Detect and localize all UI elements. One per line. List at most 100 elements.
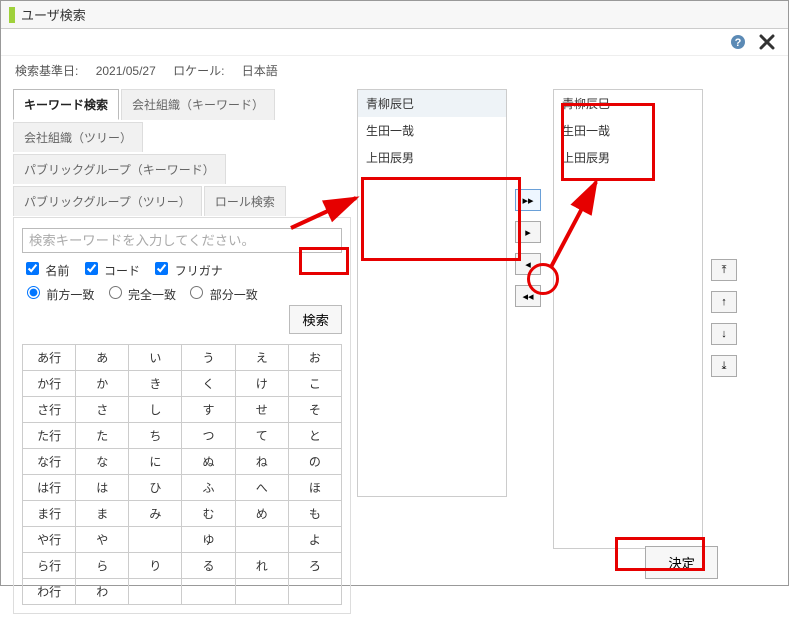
kana-cell[interactable]: い <box>129 345 182 371</box>
tab-public-keyword[interactable]: パブリックグループ（キーワード） <box>13 154 226 184</box>
kana-cell[interactable]: な <box>76 449 129 475</box>
kana-cell[interactable]: り <box>129 553 182 579</box>
kana-cell[interactable]: え <box>235 345 288 371</box>
kana-cell[interactable]: お <box>288 345 341 371</box>
help-icon[interactable]: ? <box>730 34 746 50</box>
window-title: ユーザ検索 <box>21 5 86 24</box>
tab-role[interactable]: ロール検索 <box>204 186 286 216</box>
kana-cell[interactable]: こ <box>288 371 341 397</box>
kana-cell[interactable]: ら <box>76 553 129 579</box>
kana-cell[interactable]: ふ <box>182 475 235 501</box>
tab-company-tree[interactable]: 会社組織（ツリー） <box>13 122 143 152</box>
kana-cell[interactable]: に <box>129 449 182 475</box>
kana-cell[interactable]: わ <box>76 579 129 605</box>
kana-cell[interactable]: か <box>76 371 129 397</box>
tab-keyword[interactable]: キーワード検索 <box>13 89 119 120</box>
kana-cell[interactable]: さ行 <box>23 397 76 423</box>
kana-cell[interactable]: わ行 <box>23 579 76 605</box>
kana-cell[interactable]: み <box>129 501 182 527</box>
kana-cell[interactable]: は行 <box>23 475 76 501</box>
result-item[interactable]: 生田一哉 <box>358 117 506 144</box>
close-icon[interactable] <box>758 33 776 51</box>
kana-cell <box>129 579 182 605</box>
kana-cell[interactable]: よ <box>288 527 341 553</box>
kana-cell[interactable]: あ <box>76 345 129 371</box>
kana-cell[interactable]: あ行 <box>23 345 76 371</box>
radio-partial[interactable]: 部分一致 <box>185 288 257 302</box>
kana-cell <box>288 579 341 605</box>
kana-cell <box>182 579 235 605</box>
selected-item[interactable]: 上田辰男 <box>554 144 702 171</box>
kana-cell[interactable]: ろ <box>288 553 341 579</box>
kana-cell[interactable]: く <box>182 371 235 397</box>
kana-cell[interactable]: め <box>235 501 288 527</box>
kana-cell[interactable]: ぬ <box>182 449 235 475</box>
decide-button[interactable]: 決定 <box>645 546 718 579</box>
search-button[interactable]: 検索 <box>289 305 342 334</box>
kana-cell[interactable]: せ <box>235 397 288 423</box>
move-right-button[interactable]: ▸ <box>515 221 541 243</box>
kana-cell[interactable]: ま行 <box>23 501 76 527</box>
selected-item[interactable]: 青柳辰巳 <box>554 90 702 117</box>
check-kana[interactable]: フリガナ <box>151 264 222 278</box>
check-code[interactable]: コード <box>81 264 140 278</box>
move-left-button[interactable]: ◂ <box>515 253 541 275</box>
kana-cell[interactable]: ら行 <box>23 553 76 579</box>
kana-cell <box>129 527 182 553</box>
locale-value: 日本語 <box>242 64 278 78</box>
kana-cell[interactable]: な行 <box>23 449 76 475</box>
kana-cell[interactable]: し <box>129 397 182 423</box>
kana-cell[interactable]: さ <box>76 397 129 423</box>
kana-cell[interactable]: た行 <box>23 423 76 449</box>
kana-cell[interactable]: の <box>288 449 341 475</box>
kana-cell[interactable]: け <box>235 371 288 397</box>
selected-list[interactable]: 青柳辰巳生田一哉上田辰男 <box>553 89 703 549</box>
sort-up-button[interactable]: ↑ <box>711 291 737 313</box>
move-all-right-button[interactable]: ▸▸ <box>515 189 541 211</box>
sort-bottom-button[interactable]: ⤓ <box>711 355 737 377</box>
kana-cell[interactable]: き <box>129 371 182 397</box>
kana-cell[interactable]: ま <box>76 501 129 527</box>
kana-cell[interactable]: る <box>182 553 235 579</box>
radio-prefix[interactable]: 前方一致 <box>22 288 94 302</box>
radio-full[interactable]: 完全一致 <box>104 288 176 302</box>
kana-cell[interactable]: は <box>76 475 129 501</box>
move-all-left-button[interactable]: ◂◂ <box>515 285 541 307</box>
selected-item[interactable]: 生田一哉 <box>554 117 702 144</box>
kana-cell[interactable]: た <box>76 423 129 449</box>
search-input[interactable] <box>22 228 342 253</box>
kana-cell[interactable]: ほ <box>288 475 341 501</box>
svg-text:?: ? <box>735 37 742 49</box>
title-marker <box>9 7 15 23</box>
kana-cell[interactable]: す <box>182 397 235 423</box>
kana-cell[interactable]: て <box>235 423 288 449</box>
kana-cell[interactable]: か行 <box>23 371 76 397</box>
kana-cell[interactable]: も <box>288 501 341 527</box>
kana-cell <box>235 527 288 553</box>
kana-cell[interactable]: ち <box>129 423 182 449</box>
kana-cell[interactable]: つ <box>182 423 235 449</box>
kana-cell[interactable]: う <box>182 345 235 371</box>
kana-cell[interactable]: へ <box>235 475 288 501</box>
search-date-label: 検索基準日: <box>15 64 78 78</box>
locale-label: ロケール: <box>173 64 224 78</box>
sort-top-button[interactable]: ⤒ <box>711 259 737 281</box>
tab-public-tree[interactable]: パブリックグループ（ツリー） <box>13 186 202 216</box>
sort-down-button[interactable]: ↓ <box>711 323 737 345</box>
kana-table: あ行あいうえおか行かきくけこさ行さしすせそた行たちつてとな行なにぬねのは行はひふ… <box>22 344 342 605</box>
result-list[interactable]: 青柳辰巳生田一哉上田辰男 <box>357 89 507 497</box>
kana-cell[interactable]: や行 <box>23 527 76 553</box>
kana-cell[interactable]: そ <box>288 397 341 423</box>
kana-cell[interactable]: む <box>182 501 235 527</box>
tab-company-keyword[interactable]: 会社組織（キーワード） <box>121 89 275 120</box>
kana-cell[interactable]: れ <box>235 553 288 579</box>
check-name[interactable]: 名前 <box>22 264 69 278</box>
result-item[interactable]: 青柳辰巳 <box>358 90 506 117</box>
kana-cell[interactable]: ゆ <box>182 527 235 553</box>
result-item[interactable]: 上田辰男 <box>358 144 506 171</box>
kana-cell[interactable]: ひ <box>129 475 182 501</box>
kana-cell[interactable]: や <box>76 527 129 553</box>
kana-cell <box>235 579 288 605</box>
kana-cell[interactable]: ね <box>235 449 288 475</box>
kana-cell[interactable]: と <box>288 423 341 449</box>
